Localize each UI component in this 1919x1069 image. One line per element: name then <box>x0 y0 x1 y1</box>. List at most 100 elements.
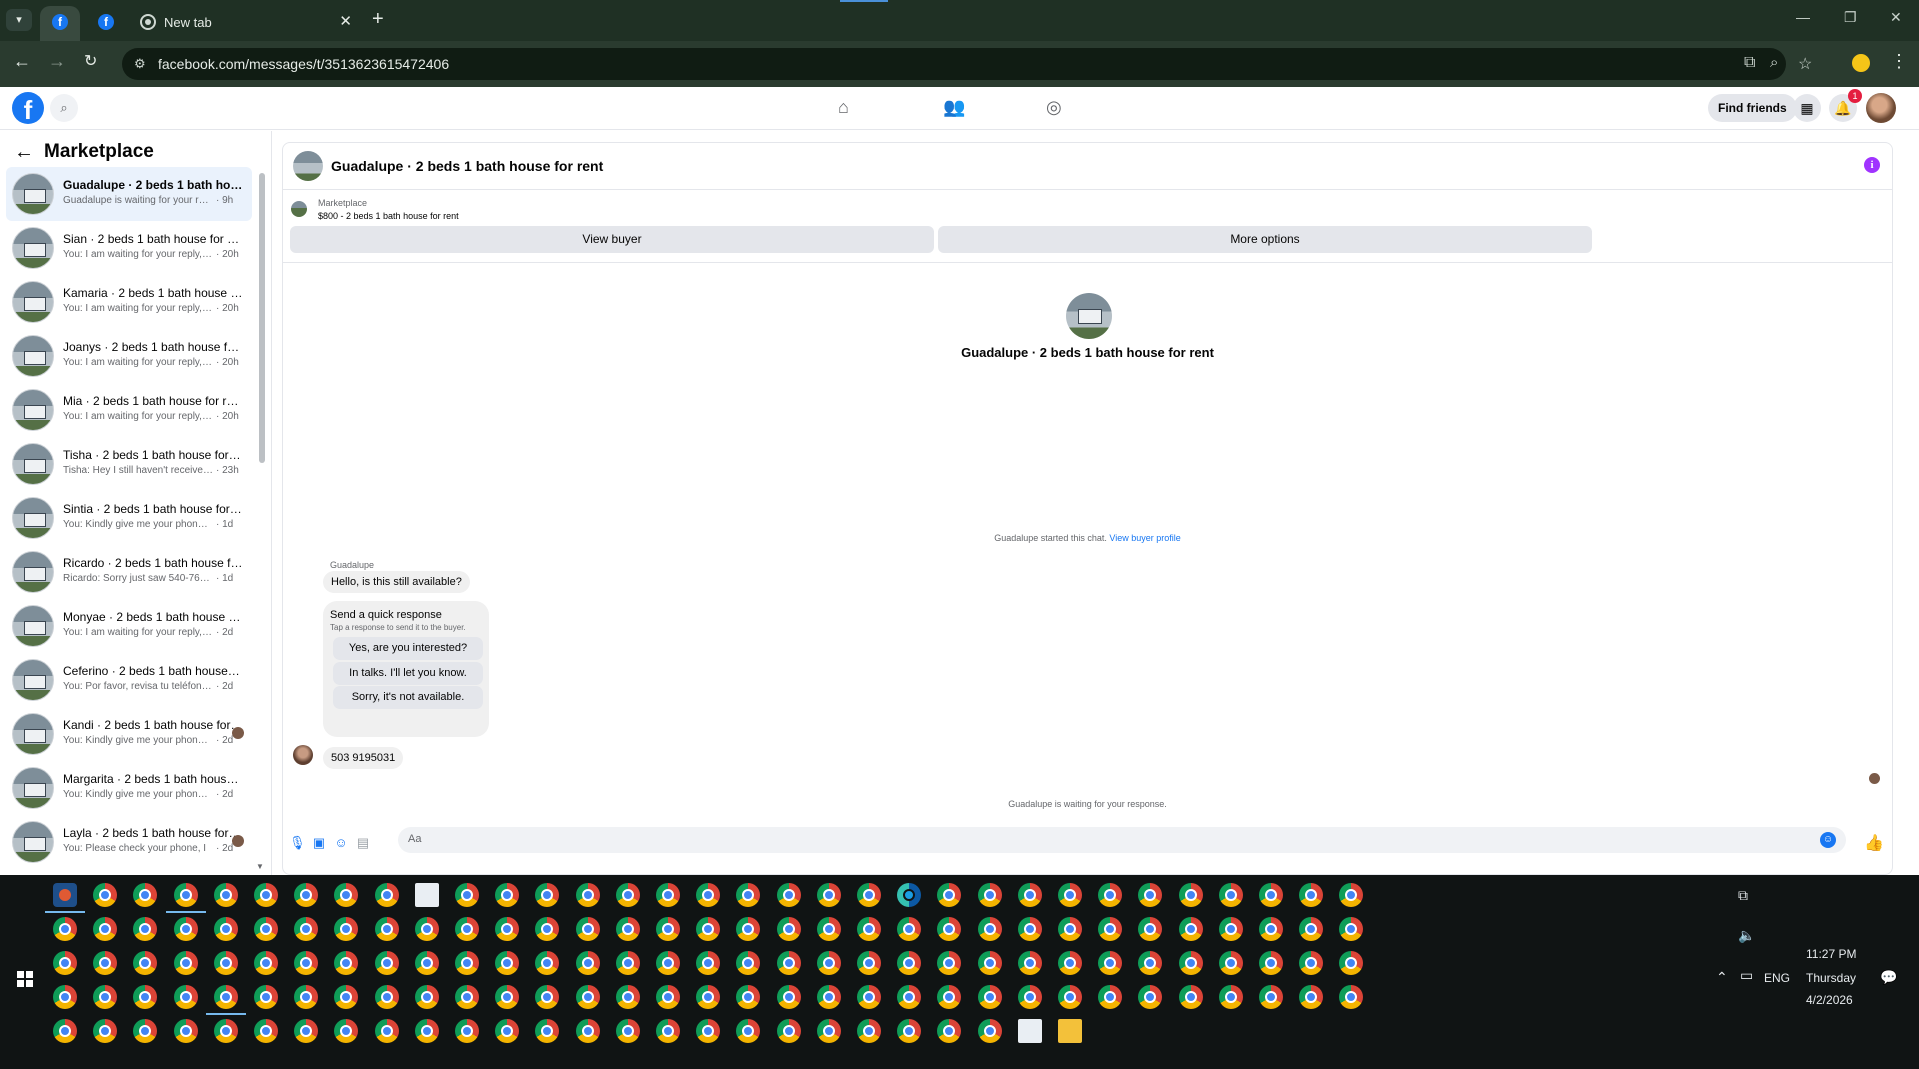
conversation-row[interactable]: Joanys · 2 beds 1 bath house for rent You… <box>6 329 252 383</box>
conversation-row[interactable]: Ceferino · 2 beds 1 bath house for rent Y… <box>6 653 252 707</box>
conversation-row[interactable]: Guadalupe · 2 beds 1 bath house for rent… <box>6 167 252 221</box>
chrome-window-icon[interactable] <box>93 985 117 1009</box>
chrome-window-icon[interactable] <box>616 951 640 975</box>
chrome-window-icon[interactable] <box>1098 951 1122 975</box>
conversation-row[interactable]: Layla · 2 beds 1 bath house for rent You:… <box>6 815 252 869</box>
conversation-row[interactable]: Kamaria · 2 beds 1 bath house for rent Yo… <box>6 275 252 329</box>
chrome-window-icon[interactable] <box>1299 985 1323 1009</box>
chrome-window-icon[interactable] <box>1058 951 1082 975</box>
chrome-window-icon[interactable] <box>334 951 358 975</box>
close-window-icon[interactable]: ✕ <box>1890 9 1902 26</box>
chrome-window-icon[interactable] <box>857 917 881 941</box>
forward-icon[interactable]: → <box>48 51 66 72</box>
chrome-window-icon[interactable] <box>817 1019 841 1043</box>
conversation-row[interactable]: Monyae · 2 beds 1 bath house for rent You… <box>6 599 252 653</box>
chrome-window-icon[interactable] <box>978 917 1002 941</box>
chrome-window-icon[interactable] <box>616 917 640 941</box>
back-arrow-icon[interactable]: ← <box>14 141 34 164</box>
menu-grid-icon[interactable]: ▦ <box>1793 94 1821 122</box>
like-thumb-icon[interactable]: 👍 <box>1864 833 1884 853</box>
chrome-window-icon[interactable] <box>455 985 479 1009</box>
chrome-window-icon[interactable] <box>736 883 760 907</box>
chrome-window-icon[interactable] <box>415 917 439 941</box>
chrome-window-icon[interactable] <box>254 951 278 975</box>
chrome-window-icon[interactable] <box>937 883 961 907</box>
chrome-window-icon[interactable] <box>1138 951 1162 975</box>
chrome-window-icon[interactable] <box>616 985 640 1009</box>
chrome-window-icon[interactable] <box>777 883 801 907</box>
conversation-row[interactable]: Mia · 2 beds 1 bath house for rent You: I… <box>6 383 252 437</box>
chrome-window-icon[interactable] <box>375 883 399 907</box>
chrome-window-icon[interactable] <box>495 883 519 907</box>
chrome-window-icon[interactable] <box>294 917 318 941</box>
chrome-window-icon[interactable] <box>897 1019 921 1043</box>
search-icon[interactable]: ⌕ <box>50 94 78 122</box>
tab-search-button[interactable]: ▾ <box>6 9 32 31</box>
chrome-window-icon[interactable] <box>495 917 519 941</box>
chrome-window-icon[interactable] <box>93 917 117 941</box>
chrome-window-icon[interactable] <box>576 883 600 907</box>
chrome-window-icon[interactable] <box>495 951 519 975</box>
chrome-window-icon[interactable] <box>1299 951 1323 975</box>
chrome-window-icon[interactable] <box>375 951 399 975</box>
document-app-icon[interactable] <box>415 883 439 907</box>
restore-window-icon[interactable]: ❐ <box>1844 9 1857 26</box>
chrome-window-icon[interactable] <box>1219 985 1243 1009</box>
gif-icon[interactable]: ▤ <box>355 835 371 851</box>
buyer-avatar[interactable] <box>293 745 313 765</box>
chrome-window-icon[interactable] <box>1098 917 1122 941</box>
listing-thumbnail[interactable] <box>291 201 307 217</box>
chrome-window-icon[interactable] <box>214 917 238 941</box>
tab-facebook[interactable]: f <box>86 6 126 41</box>
chrome-window-icon[interactable] <box>978 883 1002 907</box>
chrome-window-icon[interactable] <box>696 883 720 907</box>
chrome-window-icon[interactable] <box>1259 951 1283 975</box>
chrome-window-icon[interactable] <box>133 951 157 975</box>
browser-profile-avatar[interactable] <box>1850 52 1872 74</box>
chrome-window-icon[interactable] <box>174 985 198 1009</box>
chrome-window-icon[interactable] <box>817 883 841 907</box>
chrome-window-icon[interactable] <box>174 883 198 907</box>
network-icon[interactable]: ▭ <box>1740 967 1753 984</box>
clock-day[interactable]: Thursday <box>1806 971 1856 985</box>
sidebar-scrollbar[interactable] <box>258 167 266 867</box>
chrome-window-icon[interactable] <box>294 951 318 975</box>
photo-icon[interactable]: ▣ <box>311 835 327 851</box>
pinned-app-icon[interactable] <box>53 883 77 907</box>
chrome-window-icon[interactable] <box>857 985 881 1009</box>
chrome-window-icon[interactable] <box>1259 917 1283 941</box>
chrome-window-icon[interactable] <box>294 1019 318 1043</box>
chrome-window-icon[interactable] <box>978 985 1002 1009</box>
chrome-window-icon[interactable] <box>1138 883 1162 907</box>
chrome-window-icon[interactable] <box>1179 917 1203 941</box>
conversation-row[interactable]: Sian · 2 beds 1 bath house for rent You: … <box>6 221 252 275</box>
chrome-window-icon[interactable] <box>495 1019 519 1043</box>
chrome-window-icon[interactable] <box>254 917 278 941</box>
tab-facebook-active[interactable]: f <box>40 6 80 41</box>
chrome-window-icon[interactable] <box>1058 883 1082 907</box>
tab-new-tab[interactable]: New tab ✕ <box>130 6 362 41</box>
chrome-window-icon[interactable] <box>857 951 881 975</box>
url-text[interactable]: facebook.com/messages/t/3513623615472406 <box>158 56 449 72</box>
document-app-icon[interactable] <box>1018 1019 1042 1043</box>
chrome-window-icon[interactable] <box>1018 985 1042 1009</box>
chrome-window-icon[interactable] <box>1299 917 1323 941</box>
chrome-window-icon[interactable] <box>415 985 439 1009</box>
more-options-button[interactable]: More options <box>938 226 1592 253</box>
chrome-window-icon[interactable] <box>1018 951 1042 975</box>
chrome-window-icon[interactable] <box>1259 883 1283 907</box>
chrome-window-icon[interactable] <box>696 1019 720 1043</box>
chrome-window-icon[interactable] <box>576 917 600 941</box>
chrome-window-icon[interactable] <box>937 951 961 975</box>
chrome-window-icon[interactable] <box>455 883 479 907</box>
chrome-window-icon[interactable] <box>817 917 841 941</box>
input-language[interactable]: ENG <box>1764 971 1790 985</box>
chrome-window-icon[interactable] <box>897 951 921 975</box>
chrome-window-icon[interactable] <box>1098 985 1122 1009</box>
chrome-window-icon[interactable] <box>133 1019 157 1043</box>
chrome-window-icon[interactable] <box>1018 883 1042 907</box>
chrome-window-icon[interactable] <box>1179 951 1203 975</box>
sticker-icon[interactable]: ☺ <box>333 835 349 851</box>
info-icon[interactable]: i <box>1864 157 1880 173</box>
chrome-window-icon[interactable] <box>174 917 198 941</box>
